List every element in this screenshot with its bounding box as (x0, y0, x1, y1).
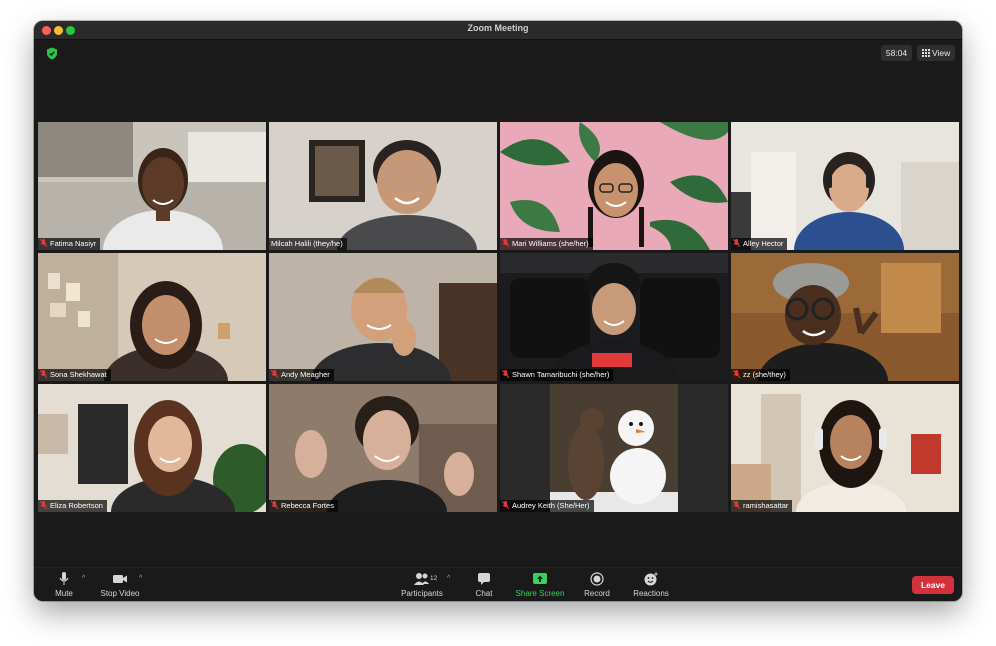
participant-name-tag: ramishasattar (731, 500, 793, 512)
participant-name-tag: zz (she/they) (731, 369, 790, 381)
participants-options-chevron-icon[interactable]: ^ (447, 575, 453, 582)
share-screen-button[interactable]: Share Screen (510, 572, 570, 598)
video-tile[interactable]: Alley Hector (731, 122, 959, 250)
participant-name: Mari Williams (she/her) (512, 239, 589, 248)
participant-name: zz (she/they) (743, 370, 786, 379)
chat-label: Chat (475, 589, 493, 598)
participant-video (295, 396, 474, 512)
participant-video (337, 140, 477, 250)
video-tile[interactable]: Eliza Robertson (38, 384, 266, 512)
muted-mic-icon (40, 239, 47, 247)
video-tile[interactable]: Shawn Tamaribuchi (she/her) (500, 253, 728, 381)
participant-video (568, 408, 666, 504)
muted-mic-icon (271, 370, 278, 378)
muted-mic-icon (40, 370, 47, 378)
participant-video (311, 277, 451, 381)
participant-name-tag: Audrey Keith (She/Her) (500, 500, 594, 512)
reactions-label: Reactions (633, 589, 669, 598)
participant-video (103, 148, 223, 250)
video-tile[interactable]: Audrey Keith (She/Her) (500, 384, 728, 512)
participant-video (550, 263, 678, 381)
muted-mic-icon (733, 239, 740, 247)
muted-mic-icon (502, 239, 509, 247)
video-tile[interactable]: Fatima Nasiyr (38, 122, 266, 250)
participant-name: Alley Hector (743, 239, 784, 248)
chat-bubble-icon (478, 573, 490, 585)
participants-label: Participants (401, 589, 443, 598)
record-icon (590, 572, 604, 586)
participant-name-tag: Eliza Robertson (38, 500, 107, 512)
participant-name-tag: Fatima Nasiyr (38, 238, 101, 250)
title-bar: Zoom Meeting (34, 21, 962, 40)
mute-label: Mute (55, 589, 73, 598)
view-label: View (932, 48, 951, 58)
reactions-button[interactable]: Reactions (621, 572, 681, 598)
shield-icon[interactable] (46, 47, 58, 60)
participants-icon (414, 573, 429, 585)
video-tile[interactable]: Mari Williams (she/her) (500, 122, 728, 250)
reaction-smiley-icon (644, 572, 658, 586)
meeting-toolbar: Mute ^ Stop Video ^ Participants 12 ^ Ch… (34, 567, 962, 601)
record-label: Record (584, 589, 610, 598)
video-options-chevron-icon[interactable]: ^ (139, 575, 145, 582)
participant-name-tag: Milcah Halili (they/he) (269, 238, 347, 250)
grid-icon (922, 49, 930, 57)
participants-button[interactable]: Participants (392, 572, 452, 598)
participant-name: Sona Shekhawat (50, 370, 107, 379)
participant-name: ramishasattar (743, 501, 789, 510)
chat-button[interactable]: Chat (454, 572, 514, 598)
participant-name: Shawn Tamaribuchi (she/her) (512, 370, 610, 379)
participant-video (758, 263, 888, 381)
muted-mic-icon (502, 501, 509, 509)
participant-name: Milcah Halili (they/he) (271, 239, 343, 248)
muted-mic-icon (733, 370, 740, 378)
share-screen-label: Share Screen (515, 589, 565, 598)
participant-name-tag: Rebecca Fortes (269, 500, 338, 512)
video-tile[interactable]: zz (she/they) (731, 253, 959, 381)
audio-options-chevron-icon[interactable]: ^ (82, 575, 88, 582)
share-screen-icon (533, 573, 547, 584)
participant-name-tag: Andy Meagher (269, 369, 334, 381)
participants-count: 12 (430, 575, 438, 582)
leave-button[interactable]: Leave (912, 576, 954, 594)
muted-mic-icon (40, 501, 47, 509)
participant-video (111, 400, 235, 512)
participant-name: Fatima Nasiyr (50, 239, 97, 248)
stop-video-label: Stop Video (100, 589, 140, 598)
record-button[interactable]: Record (567, 572, 627, 598)
participant-name: Andy Meagher (281, 370, 330, 379)
participant-name-tag: Mari Williams (she/her) (500, 238, 593, 250)
muted-mic-icon (271, 501, 278, 509)
participant-name: Audrey Keith (She/Her) (512, 501, 590, 510)
participant-name-tag: Alley Hector (731, 238, 788, 250)
video-tile[interactable]: Rebecca Fortes (269, 384, 497, 512)
video-tile[interactable]: Milcah Halili (they/he) (269, 122, 497, 250)
participant-video (104, 281, 228, 381)
participant-name: Eliza Robertson (50, 501, 103, 510)
zoom-window: Zoom Meeting 58:04 View Fatima Nasiyr Mi… (34, 21, 962, 601)
view-button[interactable]: View (917, 45, 955, 61)
participant-name-tag: Shawn Tamaribuchi (she/her) (500, 369, 614, 381)
microphone-icon (59, 572, 69, 585)
muted-mic-icon (733, 501, 740, 509)
video-tile-active-speaker[interactable]: Sona Shekhawat (38, 253, 266, 381)
participant-video (561, 150, 671, 250)
video-tile[interactable]: Andy Meagher (269, 253, 497, 381)
participant-name: Rebecca Fortes (281, 501, 334, 510)
participant-video (794, 152, 904, 250)
window-title: Zoom Meeting (467, 23, 529, 33)
muted-mic-icon (502, 370, 509, 378)
video-camera-icon (113, 575, 127, 583)
meeting-timer: 58:04 (881, 45, 912, 61)
participant-name-tag: Sona Shekhawat (38, 369, 111, 381)
video-tile[interactable]: ramishasattar (731, 384, 959, 512)
participant-video (796, 400, 906, 512)
